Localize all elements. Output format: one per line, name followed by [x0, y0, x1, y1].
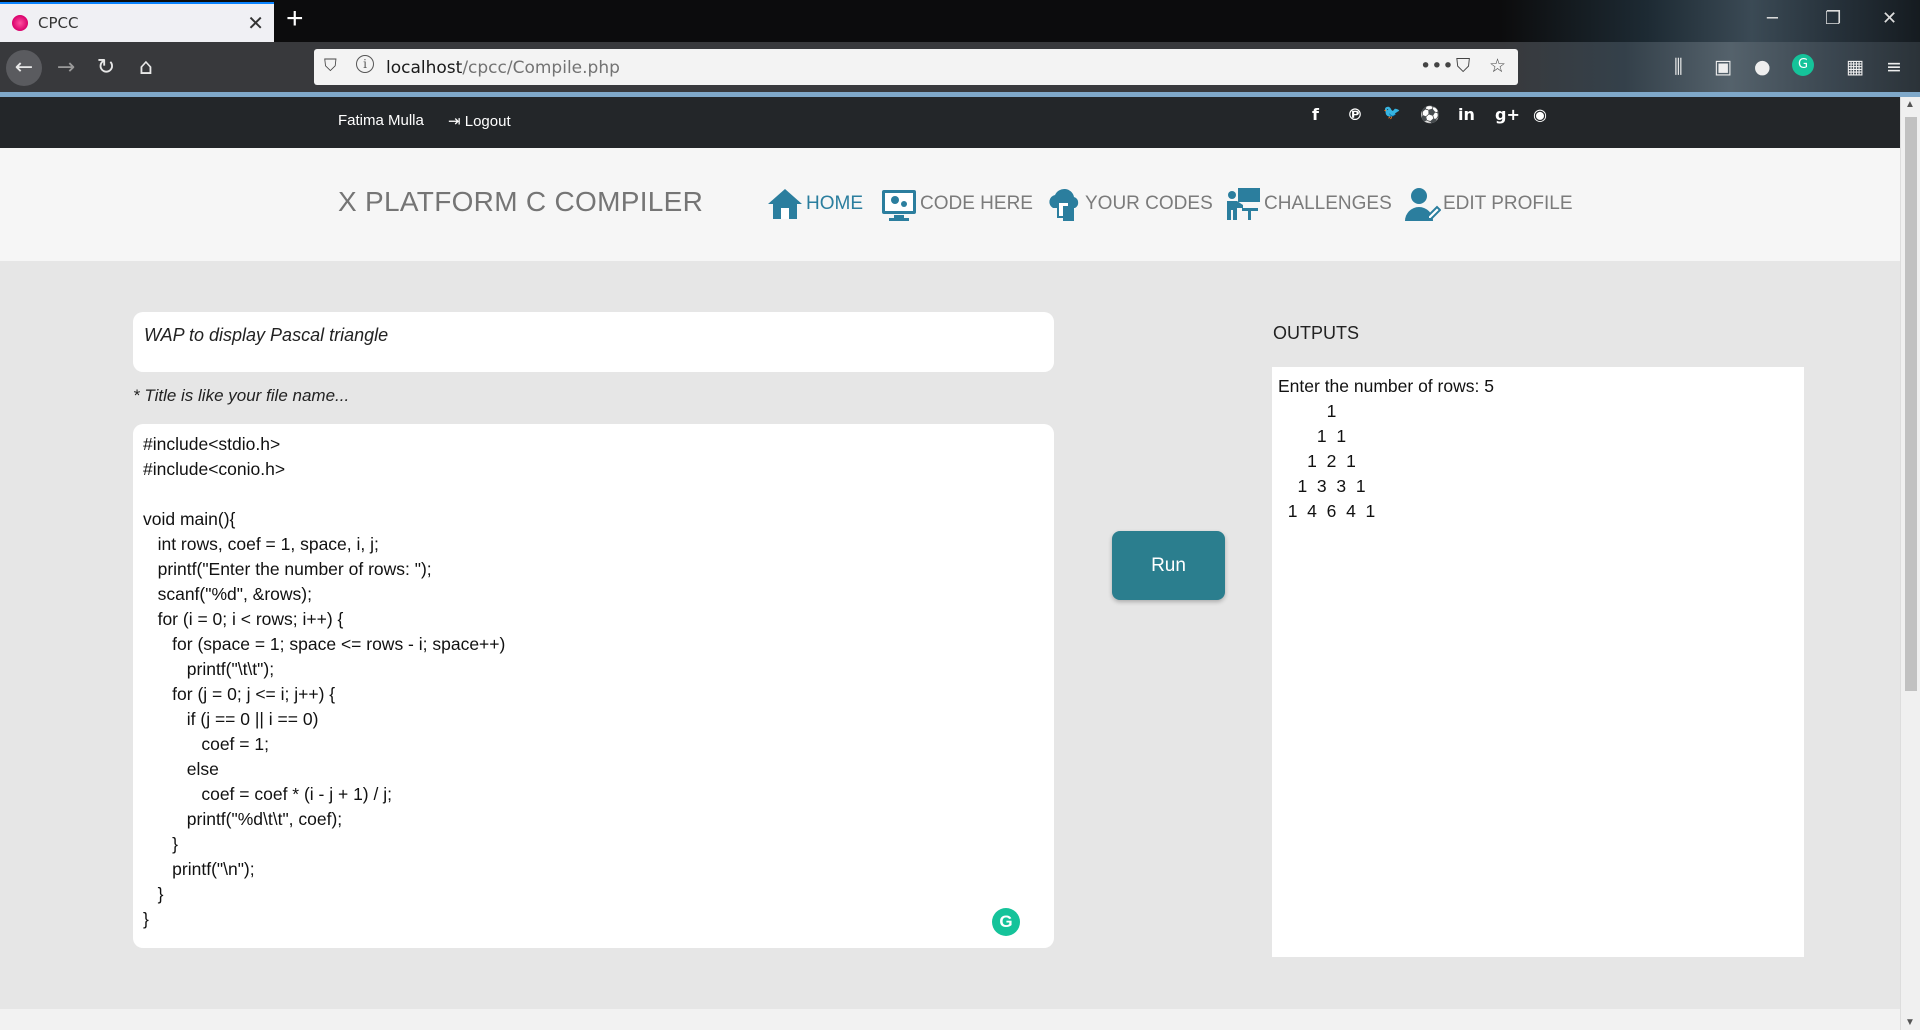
google-plus-icon[interactable]: g+	[1495, 105, 1520, 124]
tab-close-icon[interactable]: ✕	[247, 11, 264, 36]
extensions-icon[interactable]: ▦	[1846, 56, 1864, 78]
tracking-shield-icon[interactable]: ⛉	[324, 56, 337, 76]
nav-your-codes-label: YOUR CODES	[1085, 193, 1213, 214]
title-hint: * Title is like your file name...	[133, 386, 350, 405]
scrollbar-thumb[interactable]	[1905, 117, 1917, 691]
outputs-title: OUTPUTS	[1273, 323, 1360, 343]
reload-icon[interactable]: ↻	[88, 50, 124, 86]
nav-home-label: HOME	[806, 193, 863, 214]
rss-icon[interactable]: ◉	[1533, 105, 1547, 124]
site-brand[interactable]: X PLATFORM C COMPILER	[338, 186, 703, 218]
user-name[interactable]: Fatima Mulla	[338, 112, 424, 129]
home-icon[interactable]: ⌂	[128, 50, 164, 86]
twitter-icon[interactable]: 🐦	[1383, 105, 1400, 121]
code-editor[interactable]: #include<stdio.h> #include<conio.h> void…	[133, 424, 1054, 948]
site-info-icon[interactable]: i	[356, 55, 374, 73]
url-path: /cpcc/Compile.php	[462, 58, 620, 78]
minimize-button[interactable]: ─	[1767, 8, 1778, 29]
page-content: Fatima Mulla ⇥ Logout f ℗ 🐦 ⚽ in g+ ◉ X …	[0, 97, 1900, 1030]
cloud-files-icon	[1049, 188, 1079, 221]
user-edit-icon	[1405, 188, 1441, 221]
grammarly-extension-icon[interactable]: G	[1792, 54, 1814, 76]
dribbble-icon[interactable]: ⚽	[1420, 105, 1440, 124]
scroll-down-icon[interactable]: ▼	[1905, 1017, 1915, 1028]
address-bar[interactable]: ⛉ i localhost/cpcc/Compile.php ••• ⛉ ☆	[314, 49, 1518, 85]
nav-code-here-label: CODE HERE	[920, 193, 1033, 214]
library-icon[interactable]: ⫼	[1674, 56, 1683, 78]
run-button[interactable]: Run	[1112, 531, 1225, 600]
pinterest-icon[interactable]: ℗	[1347, 105, 1363, 124]
outputs-panel: Enter the number of rows: 5 1 1 1 1 2 1 …	[1272, 367, 1804, 957]
url-text[interactable]: localhost/cpcc/Compile.php	[386, 58, 620, 78]
nav-edit-profile-label: EDIT PROFILE	[1443, 193, 1573, 214]
new-tab-button[interactable]: +	[286, 4, 304, 34]
tab-title: CPCC	[38, 14, 79, 32]
theme-artwork	[1500, 0, 1920, 42]
browser-tab-bar: CPCC ✕ + ─ ❐ ✕	[0, 0, 1920, 42]
browser-nav-bar: ← → ↻ ⌂ ⛉ i localhost/cpcc/Compile.php •…	[0, 42, 1920, 92]
nav-edit-profile[interactable]: EDIT PROFILE	[1403, 186, 1573, 222]
logout-link[interactable]: ⇥ Logout	[448, 112, 511, 130]
page-scrollbar[interactable]: ▲ ▼	[1900, 97, 1920, 1030]
account-icon[interactable]: ●	[1754, 56, 1771, 78]
bookmark-star-icon[interactable]: ☆	[1489, 55, 1506, 77]
site-top-bar: Fatima Mulla ⇥ Logout f ℗ 🐦 ⚽ in g+ ◉	[0, 97, 1900, 148]
outputs-text: Enter the number of rows: 5 1 1 1 1 2 1 …	[1278, 376, 1494, 521]
forward-arrow-icon[interactable]: →	[48, 50, 84, 86]
menu-icon[interactable]: ≡	[1886, 56, 1902, 78]
page-footer	[0, 1009, 1900, 1030]
url-host: localhost	[386, 58, 463, 78]
scroll-up-icon[interactable]: ▲	[1905, 99, 1915, 110]
home-icon	[768, 189, 802, 219]
linkedin-icon[interactable]: in	[1458, 105, 1475, 124]
page-actions-icon[interactable]: •••	[1420, 55, 1454, 77]
code-title-input[interactable]: WAP to display Pascal triangle	[133, 312, 1054, 372]
logout-icon: ⇥	[448, 113, 465, 130]
pocket-icon[interactable]: ⛉	[1456, 55, 1470, 77]
logout-label: Logout	[464, 113, 511, 130]
browser-tab[interactable]: CPCC ✕	[0, 2, 274, 42]
sidebar-icon[interactable]: ▣	[1714, 56, 1732, 78]
nav-challenges-label: CHALLENGES	[1264, 193, 1392, 214]
facebook-icon[interactable]: f	[1312, 105, 1319, 124]
nav-home[interactable]: HOME	[766, 186, 863, 222]
classroom-icon	[1227, 188, 1260, 220]
code-text[interactable]: #include<stdio.h> #include<conio.h> void…	[143, 432, 1044, 932]
back-arrow-icon[interactable]: ←	[6, 50, 42, 86]
nav-code-here[interactable]: CODE HERE	[880, 186, 1033, 222]
nav-challenges[interactable]: CHALLENGES	[1224, 186, 1392, 222]
nav-your-codes[interactable]: YOUR CODES	[1045, 186, 1213, 222]
restore-button[interactable]: ❐	[1825, 8, 1841, 29]
site-header: X PLATFORM C COMPILER HOME CODE HERE YOU…	[0, 148, 1900, 261]
window-close-button[interactable]: ✕	[1882, 8, 1897, 29]
monitor-gear-icon	[882, 190, 916, 221]
grammarly-icon[interactable]: G	[992, 908, 1020, 936]
favicon-icon	[12, 15, 28, 31]
